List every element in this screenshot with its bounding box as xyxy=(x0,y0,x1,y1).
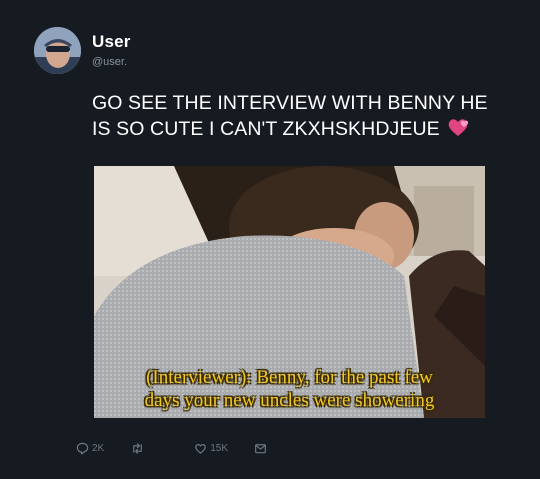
two-hearts-icon xyxy=(445,116,471,138)
like-count: 15K xyxy=(210,442,229,454)
avatar[interactable] xyxy=(34,27,81,74)
media-caption-line-2: days your new uncles were showering xyxy=(144,390,435,411)
tweet-text: GO SEE THE INTERVIEW WITH BENNY HE IS SO… xyxy=(92,90,492,142)
tweet-actions: 2K 15K xyxy=(76,440,267,456)
like-button[interactable]: 15K xyxy=(194,442,228,455)
reply-count: 2K xyxy=(92,442,105,454)
mail-icon xyxy=(254,442,267,455)
retweet-button[interactable] xyxy=(131,442,144,455)
share-button[interactable] xyxy=(254,442,267,455)
tweet-media-image[interactable]: (Interviewer): Benny, for the past few d… xyxy=(94,166,485,418)
tweet-text-body: GO SEE THE INTERVIEW WITH BENNY HE IS SO… xyxy=(92,92,488,140)
heart-icon xyxy=(194,442,207,455)
media-caption-line-1: (Interviewer): Benny, for the past few xyxy=(146,367,433,388)
reply-button[interactable]: 2K xyxy=(76,442,104,455)
author-handle[interactable]: @user. xyxy=(92,56,127,68)
retweet-icon xyxy=(131,442,144,455)
reply-icon xyxy=(76,442,89,455)
author-name[interactable]: User xyxy=(92,32,131,52)
